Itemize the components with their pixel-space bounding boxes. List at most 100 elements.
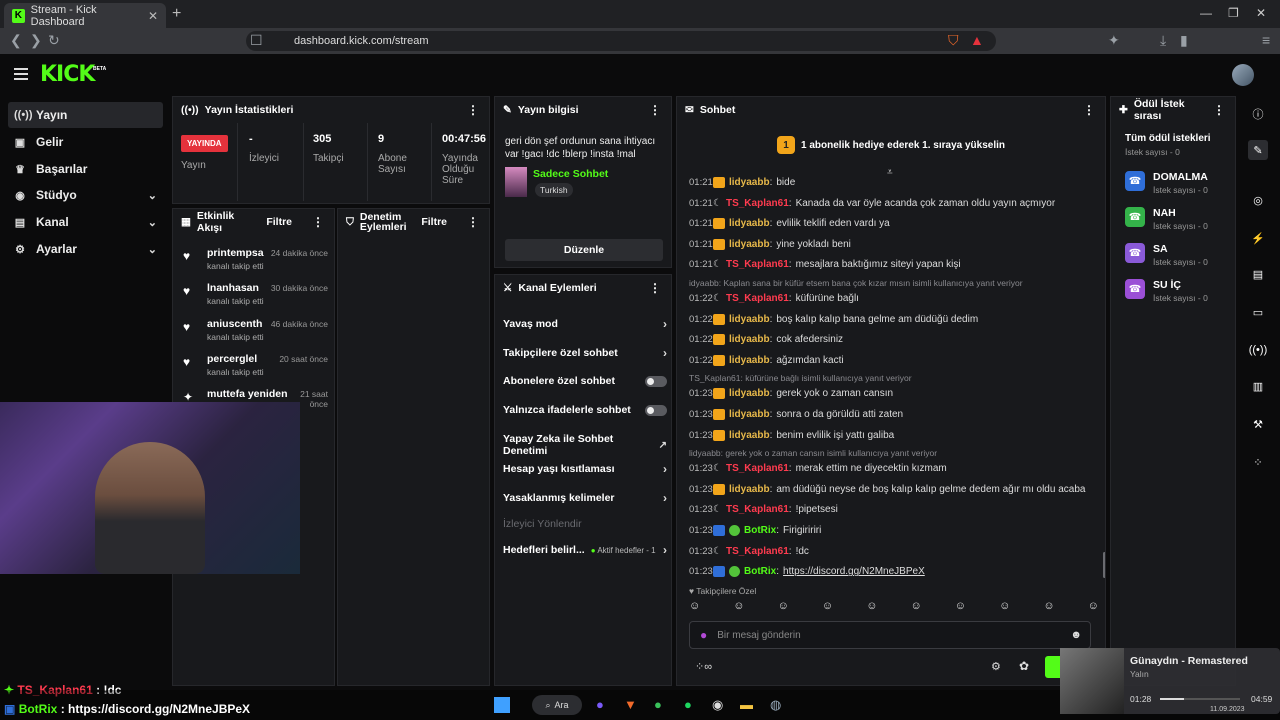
action-followers-only[interactable]: Takipçilere özel sohbet ›: [503, 346, 667, 360]
progress-track[interactable]: [1160, 698, 1240, 700]
url-field[interactable]: dashboard.kick.com/stream: [246, 31, 996, 51]
message-user[interactable]: lidyaabb: [729, 430, 770, 441]
message-user[interactable]: TS_Kaplan61: [726, 198, 789, 209]
chat-message[interactable]: 01:23 BotRix: https://discord.gg/N2MneJBPe…: [689, 566, 1099, 578]
chat-message[interactable]: 01:22 lidyaabb: cok afedersiniz: [689, 334, 1099, 346]
action-goals[interactable]: Hedefleri belirl... ● Aktif hedefler - 1…: [503, 543, 667, 557]
chat-message[interactable]: 01:22 lidyaabb: ağzımdan kacti: [689, 354, 1099, 366]
message-user[interactable]: TS_Kaplan61: [726, 546, 789, 557]
emote-icon[interactable]: ☺: [910, 600, 921, 616]
emote-icon[interactable]: ☺: [955, 600, 966, 616]
brave-shield-icon[interactable]: ⛉: [948, 32, 959, 49]
category-link[interactable]: Sadece Sohbet: [533, 168, 608, 180]
reload-icon[interactable]: ↻: [48, 32, 60, 49]
action-account-age[interactable]: Hesap yaşı kısıtlaması ›: [503, 462, 667, 476]
pinned-banner[interactable]: 1 1 abonelik hediye ederek 1. sıraya yük…: [677, 125, 1105, 165]
chat-message[interactable]: 01:23 BotRix: Firigiririri: [689, 525, 1099, 536]
message-user[interactable]: lidyaabb: [729, 484, 770, 495]
layers-icon[interactable]: ▥: [1248, 376, 1268, 396]
subs-only-toggle[interactable]: [645, 375, 667, 387]
sidebar-item-kanal[interactable]: ▤ Kanal ⌄: [8, 209, 163, 235]
folder-icon[interactable]: ▬: [740, 697, 753, 712]
pencil-icon[interactable]: ✎: [1248, 140, 1268, 160]
menu-icon[interactable]: [14, 68, 28, 80]
more-icon[interactable]: ⋮: [1213, 103, 1225, 117]
chat-message[interactable]: 01:23 lidyaabb: am düdüğü neyse de boş kal…: [689, 483, 1099, 495]
steam-icon[interactable]: ◍: [770, 697, 781, 713]
brave-icon[interactable]: ▼: [624, 697, 637, 712]
chat-bubble-icon[interactable]: ▭: [1248, 302, 1268, 322]
emote-only-toggle[interactable]: [645, 404, 667, 416]
message-user[interactable]: lidyaabb: [729, 314, 770, 325]
message-user[interactable]: BotRix: [744, 525, 776, 536]
obs-icon[interactable]: ◉: [712, 697, 723, 713]
emote-icon[interactable]: ☺: [778, 600, 789, 616]
emote-icon[interactable]: ☺: [999, 600, 1010, 616]
browser-menu-icon[interactable]: ≡: [1262, 32, 1270, 48]
chat-message[interactable]: 01:22 ☾ TS_Kaplan61: küfürüne bağlı: [689, 293, 1099, 304]
message-user[interactable]: TS_Kaplan61: [726, 463, 789, 474]
emote-icon[interactable]: ☺: [822, 600, 833, 616]
more-icon[interactable]: ⋮: [1083, 103, 1095, 117]
whatsapp-icon[interactable]: ●: [654, 697, 662, 712]
filter-button[interactable]: Filtre: [266, 216, 292, 228]
bookmark-icon[interactable]: ☐: [250, 32, 263, 49]
download-icon[interactable]: ⤓: [1160, 32, 1166, 49]
message-user[interactable]: TS_Kaplan61: [726, 293, 789, 304]
message-user[interactable]: TS_Kaplan61: [726, 259, 789, 270]
emote-icon[interactable]: ☺: [689, 600, 700, 616]
mic-icon[interactable]: ●: [700, 628, 707, 642]
camera-icon[interactable]: ◎: [1248, 190, 1268, 210]
sidebar-toggle-icon[interactable]: ▮: [1180, 32, 1188, 49]
chat-input[interactable]: ● Bir mesaj gönderin ☻: [689, 621, 1091, 649]
kick-logo[interactable]: KICK: [40, 62, 95, 87]
chat-message[interactable]: 01:22 lidyaabb: boş kalıp kalıp bana gelme…: [689, 313, 1099, 325]
discord-icon[interactable]: ●: [596, 697, 604, 712]
chat-message[interactable]: 01:23 ☾ TS_Kaplan61: !dc: [689, 546, 1099, 557]
windows-start-icon[interactable]: [494, 697, 510, 713]
emote-icon[interactable]: ☺: [1088, 600, 1099, 616]
chat-message[interactable]: 01:23 ☾ TS_Kaplan61: !pipetsesi: [689, 504, 1099, 515]
filter-button[interactable]: Filtre: [421, 216, 447, 228]
action-banned-words[interactable]: Yasaklanmış kelimeler ›: [503, 491, 667, 505]
message-user[interactable]: lidyaabb: [729, 334, 770, 345]
chat-message[interactable]: 01:21 ☾ TS_Kaplan61: mesajlara baktığımız s…: [689, 259, 1099, 270]
info-icon[interactable]: ⓘ: [1248, 104, 1268, 124]
action-slow-mode[interactable]: Yavaş mod ›: [503, 317, 667, 331]
gear-icon[interactable]: ⚙: [991, 660, 1001, 673]
sidebar-item-ayarlar[interactable]: ⚙ Ayarlar ⌄: [8, 236, 163, 262]
sidebar-item-gelir[interactable]: ▣ Gelir: [8, 129, 163, 155]
emoji-icon[interactable]: ☻: [1070, 629, 1082, 641]
emote-picker-icon[interactable]: ✿: [1019, 659, 1029, 673]
message-user[interactable]: lidyaabb: [729, 239, 770, 250]
edit-button[interactable]: Düzenle: [505, 239, 663, 261]
spotify-icon[interactable]: ●: [684, 697, 692, 712]
chat-message[interactable]: 01:21 lidyaabb: yine yokladı beni: [689, 238, 1099, 250]
minimize-icon[interactable]: —: [1200, 6, 1212, 20]
more-icon[interactable]: ⋮: [467, 215, 479, 229]
wrench-icon[interactable]: ⚒: [1248, 414, 1268, 434]
window-close-icon[interactable]: ✕: [1256, 6, 1266, 20]
chat-message[interactable]: 01:23 ☾ TS_Kaplan61: merak ettim ne diyecek…: [689, 463, 1099, 474]
sidebar-item-yayin[interactable]: ((•)) Yayın: [8, 102, 163, 128]
sidebar-item-basarilar[interactable]: ♛ Başarılar: [8, 156, 163, 182]
chat-message[interactable]: 01:23 lidyaabb: benim evlilik işi yattı ga…: [689, 429, 1099, 441]
chat-message[interactable]: 01:21 lidyaabb: evlilik teklifi eden vardı…: [689, 218, 1099, 230]
maximize-icon[interactable]: ❐: [1228, 6, 1239, 20]
lightning-icon[interactable]: ⚡: [1248, 228, 1268, 248]
chat-scrollbar[interactable]: [1103, 552, 1105, 578]
message-user[interactable]: TS_Kaplan61: [726, 504, 789, 515]
message-user[interactable]: lidyaabb: [729, 218, 770, 229]
message-user[interactable]: lidyaabb: [729, 409, 770, 420]
action-ai-moderation[interactable]: Yapay Zeka ile Sohbet Denetimi ↗: [503, 433, 667, 457]
more-icon[interactable]: ⋮: [649, 103, 661, 117]
extensions-icon[interactable]: ✦: [1108, 32, 1120, 49]
broadcast-icon[interactable]: ((•)): [1248, 340, 1268, 360]
brave-rewards-icon[interactable]: ▲: [970, 32, 984, 48]
emote-icon[interactable]: ☺: [733, 600, 744, 616]
new-tab-icon[interactable]: +: [172, 5, 181, 23]
apps-icon[interactable]: ⁘: [1248, 452, 1268, 472]
forward-icon[interactable]: ❯: [30, 32, 42, 49]
more-icon[interactable]: ⋮: [649, 281, 661, 295]
chat-message[interactable]: 01:23 lidyaabb: sonra o da görüldü atti za…: [689, 409, 1099, 420]
